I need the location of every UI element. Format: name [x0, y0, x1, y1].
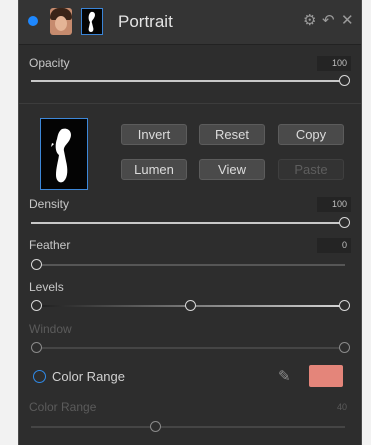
- window-low-handle[interactable]: [31, 342, 42, 353]
- close-icon[interactable]: ✕: [341, 13, 354, 29]
- density-slider-handle[interactable]: [339, 217, 350, 228]
- feather-value[interactable]: 0: [317, 238, 351, 253]
- density-slider-track[interactable]: [31, 222, 345, 224]
- feather-label: Feather: [29, 238, 71, 252]
- levels-mid-handle[interactable]: [185, 300, 196, 311]
- feather-slider-track[interactable]: [31, 264, 345, 266]
- paste-button[interactable]: Paste: [278, 159, 344, 180]
- portrait-thumbnail-icon[interactable]: [50, 8, 72, 35]
- undo-icon[interactable]: ↶: [322, 13, 335, 29]
- density-value[interactable]: 100: [317, 197, 351, 212]
- reset-button[interactable]: Reset: [199, 124, 265, 145]
- opacity-slider-handle[interactable]: [339, 75, 350, 86]
- window-label: Window: [29, 322, 72, 336]
- opacity-value[interactable]: 100: [317, 56, 351, 71]
- mask-thumbnail-icon[interactable]: [81, 8, 103, 35]
- invert-button[interactable]: Invert: [121, 124, 187, 145]
- levels-label: Levels: [29, 280, 64, 294]
- lumen-button[interactable]: Lumen: [121, 159, 187, 180]
- density-label: Density: [29, 197, 70, 211]
- portrait-filter-panel: Portrait ⚙ ↶ ✕ Opacity 100 Invert Reset …: [18, 0, 362, 445]
- mask-preview[interactable]: [40, 118, 88, 190]
- panel-header[interactable]: Portrait ⚙ ↶ ✕: [19, 0, 361, 45]
- eyedropper-icon[interactable]: ✎: [278, 367, 291, 385]
- layer-dot-icon[interactable]: [28, 16, 38, 26]
- window-high-handle[interactable]: [339, 342, 350, 353]
- feather-slider-handle[interactable]: [31, 259, 42, 270]
- window-slider-track[interactable]: [31, 347, 345, 349]
- color-range-swatch[interactable]: [309, 365, 343, 387]
- color-range-slider-label: Color Range: [29, 400, 97, 414]
- levels-white-handle[interactable]: [339, 300, 350, 311]
- view-button[interactable]: View: [199, 159, 265, 180]
- copy-button[interactable]: Copy: [278, 124, 344, 145]
- color-range-slider-track[interactable]: [31, 426, 345, 428]
- panel-title: Portrait: [118, 12, 173, 31]
- color-range-radio[interactable]: [33, 370, 46, 383]
- color-range-toggle-label[interactable]: Color Range: [52, 369, 125, 384]
- opacity-slider-track[interactable]: [31, 80, 345, 82]
- gear-icon[interactable]: ⚙: [303, 13, 316, 29]
- opacity-label: Opacity: [29, 56, 70, 70]
- section-divider: [19, 103, 361, 104]
- color-range-slider-handle[interactable]: [150, 421, 161, 432]
- levels-black-handle[interactable]: [31, 300, 42, 311]
- color-range-value[interactable]: 40: [317, 400, 351, 415]
